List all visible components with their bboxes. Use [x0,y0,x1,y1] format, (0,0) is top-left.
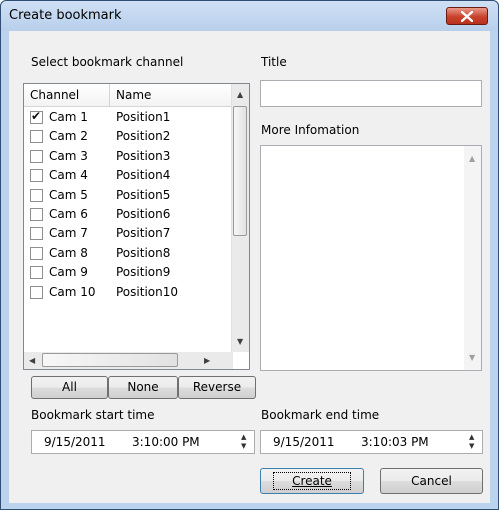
cancel-button[interactable]: Cancel [380,468,483,494]
list-row[interactable]: Cam 7 Position7 [24,224,232,243]
row-checkbox[interactable] [30,169,43,183]
scroll-right-icon[interactable]: ▶ [204,356,210,365]
more-information-label: More Infomation [261,123,360,137]
scroll-down-icon[interactable]: ▼ [237,337,243,346]
list-row[interactable]: Cam 4 Position4 [24,166,232,185]
channel-cell: Cam 10 [49,284,96,299]
channel-cell: Cam 8 [49,245,88,260]
end-time-picker[interactable]: 9/15/2011 3:10:03 PM ▲ ▼ [260,430,483,454]
list-row[interactable]: Cam 6 Position6 [24,205,232,224]
create-button[interactable]: Create [260,468,364,494]
textarea-scrollbar[interactable]: ▲ ▼ [464,146,481,370]
channel-cell: Cam 3 [49,148,88,163]
end-date-value[interactable]: 9/15/2011 [273,435,335,449]
row-checkbox[interactable] [30,188,43,202]
scroll-down-icon[interactable]: ▼ [469,353,475,362]
list-row[interactable]: Cam 3 Position3 [24,147,232,166]
row-checkbox[interactable] [30,130,43,144]
name-cell: Position1 [116,110,171,124]
title-input[interactable] [260,80,482,107]
row-checkbox[interactable] [30,149,43,163]
start-time-spinner[interactable]: ▲ ▼ [236,432,252,452]
horizontal-scroll-thumb[interactable] [42,353,178,367]
name-cell: Position2 [116,129,171,144]
vertical-scroll-thumb[interactable] [233,106,247,236]
spin-down-icon[interactable]: ▼ [469,442,474,450]
close-button[interactable] [446,7,488,25]
channel-cell: Cam 9 [49,265,88,280]
scroll-left-icon[interactable]: ◀ [29,356,35,365]
row-checkbox[interactable] [30,109,43,124]
list-row[interactable]: Cam 5 Position5 [24,186,232,205]
row-checkbox[interactable] [30,285,43,299]
column-header-name[interactable]: Name [110,84,232,106]
all-button[interactable]: All [31,376,108,399]
scroll-up-icon[interactable]: ▲ [237,90,243,99]
list-horizontal-scrollbar[interactable]: ◀ ▶ [24,352,233,369]
name-cell: Position7 [116,226,171,241]
spin-down-icon[interactable]: ▼ [241,442,246,450]
list-row[interactable]: Cam 2 Position2 [24,127,232,146]
start-time-label: Bookmark start time [31,408,155,422]
reverse-button[interactable]: Reverse [178,376,256,399]
channel-list[interactable]: Channel Name Cam 1 Position1 Cam 2 Position… [23,83,250,370]
name-cell: Position8 [116,245,171,260]
name-cell: Position3 [116,148,171,163]
list-row[interactable]: Cam 9 Position9 [24,263,232,282]
list-row[interactable]: Cam 10 Position10 [24,283,232,302]
channel-cell: Cam 7 [49,226,88,241]
row-checkbox[interactable] [30,208,43,221]
list-vertical-scrollbar[interactable]: ▲ ▼ [231,84,249,352]
list-row[interactable]: Cam 8 Position8 [24,244,232,263]
scroll-up-icon[interactable]: ▲ [469,154,475,163]
create-button-label: Create [273,472,351,490]
end-time-value[interactable]: 3:10:03 PM [361,435,429,449]
select-channel-label: Select bookmark channel [31,55,184,69]
spin-up-icon[interactable]: ▲ [241,433,246,441]
channel-cell: Cam 4 [49,168,88,183]
title-bar[interactable]: Create bookmark [1,1,498,31]
list-row[interactable]: Cam 1 Position1 [24,108,232,127]
row-checkbox[interactable] [30,246,43,260]
column-header-channel[interactable]: Channel [24,84,110,106]
more-information-textarea[interactable]: ▲ ▼ [260,145,482,371]
end-time-label: Bookmark end time [261,408,380,422]
name-cell: Position9 [116,265,171,280]
name-cell: Position10 [116,284,178,299]
start-time-value[interactable]: 3:10:00 PM [132,435,200,449]
channel-cell: Cam 2 [49,129,88,144]
channel-cell: Cam 5 [49,187,88,202]
close-icon [461,11,473,22]
none-button[interactable]: None [108,376,178,399]
spin-up-icon[interactable]: ▲ [469,433,474,441]
row-checkbox[interactable] [30,266,43,280]
name-cell: Position4 [116,168,171,183]
channel-cell: Cam 6 [49,207,88,221]
end-time-spinner[interactable]: ▲ ▼ [464,432,480,452]
name-cell: Position6 [116,207,171,221]
start-date-value[interactable]: 9/15/2011 [44,435,106,449]
row-checkbox[interactable] [30,227,43,241]
title-label: Title [261,55,287,69]
window-title: Create bookmark [9,8,122,23]
start-time-picker[interactable]: 9/15/2011 3:10:00 PM ▲ ▼ [31,430,255,454]
name-cell: Position5 [116,187,171,202]
channel-cell: Cam 1 [49,110,88,124]
list-header: Channel Name [24,84,232,107]
